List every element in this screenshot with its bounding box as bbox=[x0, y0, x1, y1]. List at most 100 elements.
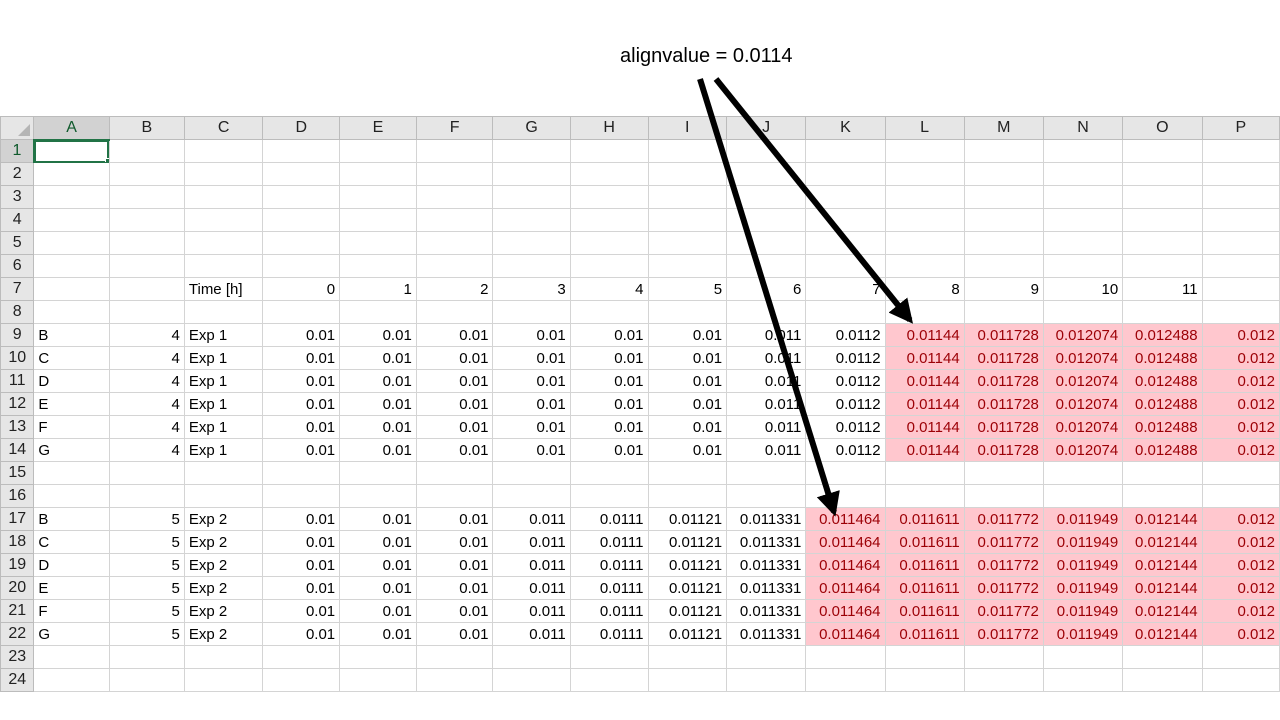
cell-h11[interactable]: 0.01 bbox=[569, 369, 649, 393]
cell-j8[interactable] bbox=[726, 300, 807, 324]
cell-e11[interactable]: 0.01 bbox=[339, 369, 417, 393]
cell-e18[interactable]: 0.01 bbox=[339, 530, 417, 554]
cell-m14[interactable]: 0.011728 bbox=[963, 438, 1044, 462]
cell-e16[interactable] bbox=[339, 484, 417, 508]
cell-l24[interactable] bbox=[884, 668, 965, 692]
column-header-l[interactable]: L bbox=[884, 116, 965, 140]
cell-a12[interactable]: E bbox=[33, 392, 110, 416]
cell-m13[interactable]: 0.011728 bbox=[963, 415, 1044, 439]
cell-h4[interactable] bbox=[569, 208, 649, 232]
cell-g22[interactable]: 0.011 bbox=[492, 622, 571, 646]
cell-j19[interactable]: 0.011331 bbox=[726, 553, 807, 577]
cell-i13[interactable]: 0.01 bbox=[647, 415, 728, 439]
cell-n20[interactable]: 0.011949 bbox=[1042, 576, 1124, 600]
cell-k8[interactable] bbox=[805, 300, 886, 324]
cell-l7[interactable]: 8 bbox=[884, 277, 965, 301]
cell-d4[interactable] bbox=[262, 208, 341, 232]
cell-l5[interactable] bbox=[884, 231, 965, 255]
cell-a1[interactable] bbox=[33, 139, 110, 163]
cell-m24[interactable] bbox=[963, 668, 1044, 692]
cell-c15[interactable] bbox=[183, 461, 264, 485]
cell-d24[interactable] bbox=[262, 668, 341, 692]
cell-l19[interactable]: 0.011611 bbox=[884, 553, 965, 577]
cell-f20[interactable]: 0.01 bbox=[415, 576, 494, 600]
cell-d6[interactable] bbox=[262, 254, 341, 278]
cell-g9[interactable]: 0.01 bbox=[492, 323, 571, 347]
column-header-o[interactable]: O bbox=[1122, 116, 1203, 140]
cell-b23[interactable] bbox=[108, 645, 185, 669]
cell-c6[interactable] bbox=[183, 254, 264, 278]
cell-m18[interactable]: 0.011772 bbox=[963, 530, 1044, 554]
cell-i9[interactable]: 0.01 bbox=[647, 323, 728, 347]
cell-j5[interactable] bbox=[726, 231, 807, 255]
cell-g17[interactable]: 0.011 bbox=[492, 507, 571, 531]
cell-n1[interactable] bbox=[1042, 139, 1124, 163]
cell-d14[interactable]: 0.01 bbox=[262, 438, 341, 462]
cell-b8[interactable] bbox=[108, 300, 185, 324]
cell-p22[interactable]: 0.012 bbox=[1201, 622, 1280, 646]
row-header-5[interactable]: 5 bbox=[0, 231, 35, 255]
cell-h9[interactable]: 0.01 bbox=[569, 323, 649, 347]
cell-h21[interactable]: 0.0111 bbox=[569, 599, 649, 623]
cell-a2[interactable] bbox=[33, 162, 110, 186]
cell-i19[interactable]: 0.01121 bbox=[647, 553, 728, 577]
cell-a15[interactable] bbox=[33, 461, 110, 485]
cell-n21[interactable]: 0.011949 bbox=[1042, 599, 1124, 623]
cell-d21[interactable]: 0.01 bbox=[262, 599, 341, 623]
cell-k17[interactable]: 0.011464 bbox=[805, 507, 886, 531]
cell-b14[interactable]: 4 bbox=[108, 438, 185, 462]
cell-i5[interactable] bbox=[647, 231, 728, 255]
cell-n9[interactable]: 0.012074 bbox=[1042, 323, 1124, 347]
cell-o21[interactable]: 0.012144 bbox=[1122, 599, 1203, 623]
cell-k20[interactable]: 0.011464 bbox=[805, 576, 886, 600]
cell-m2[interactable] bbox=[963, 162, 1044, 186]
row-header-10[interactable]: 10 bbox=[0, 346, 35, 370]
cell-e17[interactable]: 0.01 bbox=[339, 507, 417, 531]
cell-i10[interactable]: 0.01 bbox=[647, 346, 728, 370]
row-header-18[interactable]: 18 bbox=[0, 530, 35, 554]
cell-j3[interactable] bbox=[726, 185, 807, 209]
cell-h19[interactable]: 0.0111 bbox=[569, 553, 649, 577]
cell-k5[interactable] bbox=[805, 231, 886, 255]
cell-d5[interactable] bbox=[262, 231, 341, 255]
column-header-f[interactable]: F bbox=[415, 116, 494, 140]
cell-f14[interactable]: 0.01 bbox=[415, 438, 494, 462]
cell-j6[interactable] bbox=[726, 254, 807, 278]
spreadsheet-grid[interactable]: ABCDEFGHIJKLMNOP 1 2 3 4 5 6 7 Time [h] 0 1 2 3 4 5 6 7… bbox=[0, 116, 1280, 720]
cell-l10[interactable]: 0.01144 bbox=[884, 346, 965, 370]
cell-c17[interactable]: Exp 2 bbox=[183, 507, 264, 531]
cell-a22[interactable]: G bbox=[33, 622, 110, 646]
select-all-corner[interactable] bbox=[0, 116, 35, 140]
cell-l17[interactable]: 0.011611 bbox=[884, 507, 965, 531]
cell-n18[interactable]: 0.011949 bbox=[1042, 530, 1124, 554]
cell-d13[interactable]: 0.01 bbox=[262, 415, 341, 439]
row-header-24[interactable]: 24 bbox=[0, 668, 35, 692]
cell-a3[interactable] bbox=[33, 185, 110, 209]
row-header-19[interactable]: 19 bbox=[0, 553, 35, 577]
cell-m16[interactable] bbox=[963, 484, 1044, 508]
row-header-16[interactable]: 16 bbox=[0, 484, 35, 508]
cell-n24[interactable] bbox=[1042, 668, 1124, 692]
cell-f16[interactable] bbox=[415, 484, 494, 508]
cell-j15[interactable] bbox=[726, 461, 807, 485]
cell-g15[interactable] bbox=[492, 461, 571, 485]
cell-a17[interactable]: B bbox=[33, 507, 110, 531]
cell-c21[interactable]: Exp 2 bbox=[183, 599, 264, 623]
cell-g14[interactable]: 0.01 bbox=[492, 438, 571, 462]
cell-h24[interactable] bbox=[569, 668, 649, 692]
cell-m5[interactable] bbox=[963, 231, 1044, 255]
column-header-n[interactable]: N bbox=[1042, 116, 1124, 140]
cell-k10[interactable]: 0.0112 bbox=[805, 346, 886, 370]
cell-f21[interactable]: 0.01 bbox=[415, 599, 494, 623]
cell-f22[interactable]: 0.01 bbox=[415, 622, 494, 646]
cell-p19[interactable]: 0.012 bbox=[1201, 553, 1280, 577]
cell-d15[interactable] bbox=[262, 461, 341, 485]
cell-m20[interactable]: 0.011772 bbox=[963, 576, 1044, 600]
cell-n13[interactable]: 0.012074 bbox=[1042, 415, 1124, 439]
column-header-d[interactable]: D bbox=[262, 116, 341, 140]
cell-p12[interactable]: 0.012 bbox=[1201, 392, 1280, 416]
row-header-20[interactable]: 20 bbox=[0, 576, 35, 600]
cell-d7[interactable]: 0 bbox=[262, 277, 341, 301]
cell-g13[interactable]: 0.01 bbox=[492, 415, 571, 439]
cell-d9[interactable]: 0.01 bbox=[262, 323, 341, 347]
